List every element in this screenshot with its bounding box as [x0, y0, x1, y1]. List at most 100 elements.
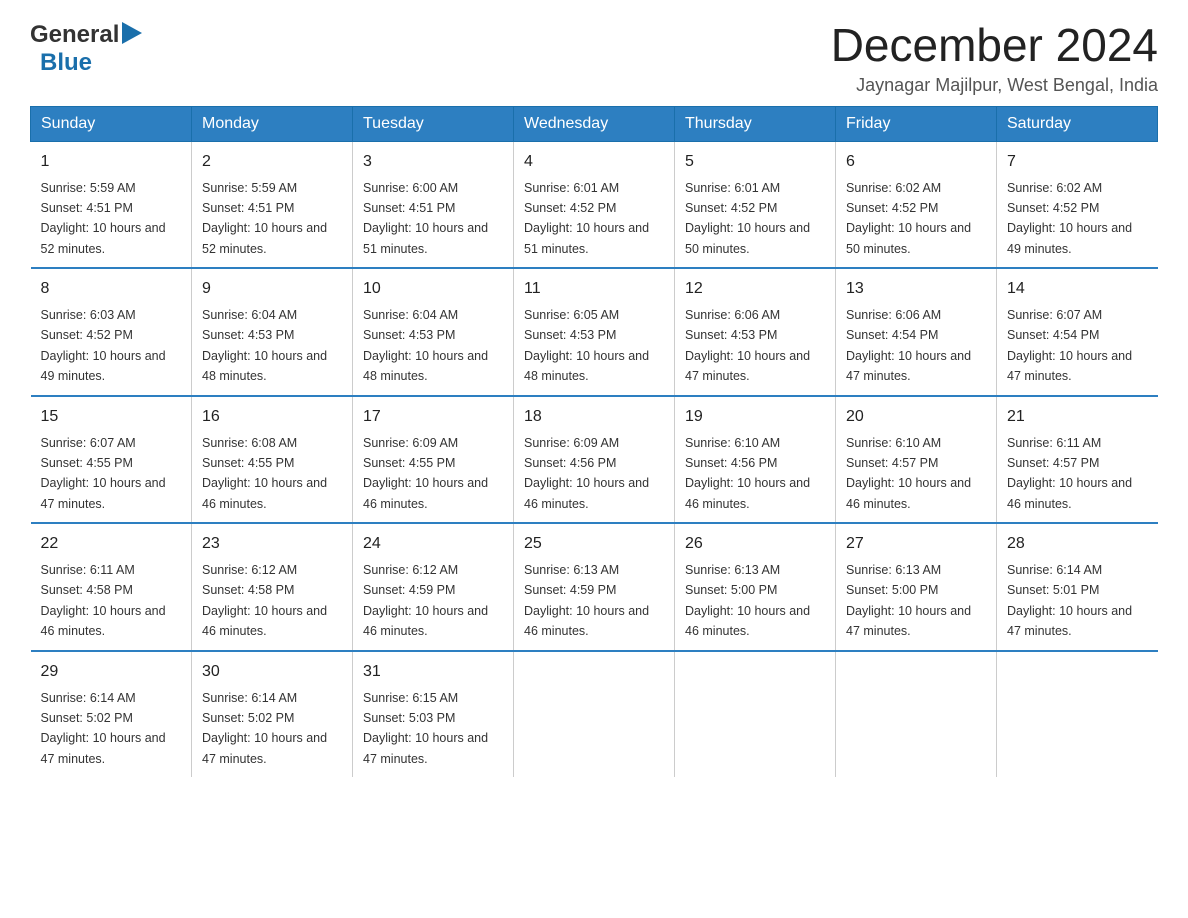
weekday-monday: Monday	[192, 106, 353, 141]
calendar-cell: 1 Sunrise: 5:59 AMSunset: 4:51 PMDayligh…	[31, 141, 192, 268]
day-info: Sunrise: 6:04 AMSunset: 4:53 PMDaylight:…	[202, 308, 327, 383]
calendar-cell: 31 Sunrise: 6:15 AMSunset: 5:03 PMDaylig…	[353, 651, 514, 778]
calendar-cell: 2 Sunrise: 5:59 AMSunset: 4:51 PMDayligh…	[192, 141, 353, 268]
day-number: 7	[1007, 150, 1148, 174]
weekday-tuesday: Tuesday	[353, 106, 514, 141]
calendar-week-5: 29 Sunrise: 6:14 AMSunset: 5:02 PMDaylig…	[31, 651, 1158, 778]
calendar-cell: 13 Sunrise: 6:06 AMSunset: 4:54 PMDaylig…	[836, 268, 997, 396]
day-info: Sunrise: 6:06 AMSunset: 4:53 PMDaylight:…	[685, 308, 810, 383]
day-info: Sunrise: 6:06 AMSunset: 4:54 PMDaylight:…	[846, 308, 971, 383]
day-number: 21	[1007, 405, 1148, 429]
weekday-thursday: Thursday	[675, 106, 836, 141]
calendar-header: SundayMondayTuesdayWednesdayThursdayFrid…	[31, 106, 1158, 141]
day-number: 14	[1007, 277, 1148, 301]
calendar-cell: 17 Sunrise: 6:09 AMSunset: 4:55 PMDaylig…	[353, 396, 514, 524]
day-info: Sunrise: 6:07 AMSunset: 4:55 PMDaylight:…	[41, 436, 166, 511]
day-number: 12	[685, 277, 825, 301]
day-number: 28	[1007, 532, 1148, 556]
day-number: 18	[524, 405, 664, 429]
calendar-cell: 18 Sunrise: 6:09 AMSunset: 4:56 PMDaylig…	[514, 396, 675, 524]
calendar-cell: 28 Sunrise: 6:14 AMSunset: 5:01 PMDaylig…	[997, 523, 1158, 651]
day-info: Sunrise: 6:14 AMSunset: 5:02 PMDaylight:…	[41, 691, 166, 766]
calendar-cell: 7 Sunrise: 6:02 AMSunset: 4:52 PMDayligh…	[997, 141, 1158, 268]
day-number: 25	[524, 532, 664, 556]
calendar-cell: 12 Sunrise: 6:06 AMSunset: 4:53 PMDaylig…	[675, 268, 836, 396]
logo-arrow-icon	[122, 22, 142, 49]
calendar-cell: 25 Sunrise: 6:13 AMSunset: 4:59 PMDaylig…	[514, 523, 675, 651]
calendar-table: SundayMondayTuesdayWednesdayThursdayFrid…	[30, 106, 1158, 778]
day-number: 30	[202, 660, 342, 684]
weekday-sunday: Sunday	[31, 106, 192, 141]
day-number: 24	[363, 532, 503, 556]
day-info: Sunrise: 6:14 AMSunset: 5:01 PMDaylight:…	[1007, 563, 1132, 638]
month-title: December 2024	[831, 20, 1158, 71]
calendar-week-2: 8 Sunrise: 6:03 AMSunset: 4:52 PMDayligh…	[31, 268, 1158, 396]
day-info: Sunrise: 6:01 AMSunset: 4:52 PMDaylight:…	[685, 181, 810, 256]
day-info: Sunrise: 5:59 AMSunset: 4:51 PMDaylight:…	[41, 181, 166, 256]
day-number: 17	[363, 405, 503, 429]
calendar-week-3: 15 Sunrise: 6:07 AMSunset: 4:55 PMDaylig…	[31, 396, 1158, 524]
calendar-cell: 15 Sunrise: 6:07 AMSunset: 4:55 PMDaylig…	[31, 396, 192, 524]
location-subtitle: Jaynagar Majilpur, West Bengal, India	[831, 75, 1158, 96]
day-number: 9	[202, 277, 342, 301]
day-info: Sunrise: 6:08 AMSunset: 4:55 PMDaylight:…	[202, 436, 327, 511]
page-header: General Blue December 2024 Jaynagar Maji…	[30, 20, 1158, 96]
day-number: 3	[363, 150, 503, 174]
calendar-week-1: 1 Sunrise: 5:59 AMSunset: 4:51 PMDayligh…	[31, 141, 1158, 268]
calendar-cell: 8 Sunrise: 6:03 AMSunset: 4:52 PMDayligh…	[31, 268, 192, 396]
day-number: 4	[524, 150, 664, 174]
day-info: Sunrise: 6:11 AMSunset: 4:58 PMDaylight:…	[41, 563, 166, 638]
day-info: Sunrise: 6:09 AMSunset: 4:56 PMDaylight:…	[524, 436, 649, 511]
calendar-body: 1 Sunrise: 5:59 AMSunset: 4:51 PMDayligh…	[31, 141, 1158, 777]
day-info: Sunrise: 6:02 AMSunset: 4:52 PMDaylight:…	[846, 181, 971, 256]
calendar-cell	[514, 651, 675, 778]
day-info: Sunrise: 6:01 AMSunset: 4:52 PMDaylight:…	[524, 181, 649, 256]
day-info: Sunrise: 6:02 AMSunset: 4:52 PMDaylight:…	[1007, 181, 1132, 256]
calendar-cell: 11 Sunrise: 6:05 AMSunset: 4:53 PMDaylig…	[514, 268, 675, 396]
calendar-cell: 23 Sunrise: 6:12 AMSunset: 4:58 PMDaylig…	[192, 523, 353, 651]
calendar-cell	[675, 651, 836, 778]
logo: General Blue	[30, 20, 142, 77]
day-number: 31	[363, 660, 503, 684]
day-info: Sunrise: 6:13 AMSunset: 5:00 PMDaylight:…	[846, 563, 971, 638]
day-info: Sunrise: 6:14 AMSunset: 5:02 PMDaylight:…	[202, 691, 327, 766]
day-info: Sunrise: 6:00 AMSunset: 4:51 PMDaylight:…	[363, 181, 488, 256]
calendar-cell: 4 Sunrise: 6:01 AMSunset: 4:52 PMDayligh…	[514, 141, 675, 268]
calendar-cell	[997, 651, 1158, 778]
day-info: Sunrise: 6:10 AMSunset: 4:56 PMDaylight:…	[685, 436, 810, 511]
calendar-week-4: 22 Sunrise: 6:11 AMSunset: 4:58 PMDaylig…	[31, 523, 1158, 651]
day-number: 27	[846, 532, 986, 556]
weekday-header-row: SundayMondayTuesdayWednesdayThursdayFrid…	[31, 106, 1158, 141]
day-info: Sunrise: 6:04 AMSunset: 4:53 PMDaylight:…	[363, 308, 488, 383]
day-info: Sunrise: 6:13 AMSunset: 5:00 PMDaylight:…	[685, 563, 810, 638]
calendar-cell: 26 Sunrise: 6:13 AMSunset: 5:00 PMDaylig…	[675, 523, 836, 651]
day-info: Sunrise: 6:11 AMSunset: 4:57 PMDaylight:…	[1007, 436, 1132, 511]
day-number: 8	[41, 277, 182, 301]
calendar-cell: 22 Sunrise: 6:11 AMSunset: 4:58 PMDaylig…	[31, 523, 192, 651]
day-info: Sunrise: 6:13 AMSunset: 4:59 PMDaylight:…	[524, 563, 649, 638]
calendar-cell: 27 Sunrise: 6:13 AMSunset: 5:00 PMDaylig…	[836, 523, 997, 651]
logo-general-text: General	[30, 21, 119, 49]
day-number: 16	[202, 405, 342, 429]
day-number: 1	[41, 150, 182, 174]
day-info: Sunrise: 6:07 AMSunset: 4:54 PMDaylight:…	[1007, 308, 1132, 383]
calendar-cell: 20 Sunrise: 6:10 AMSunset: 4:57 PMDaylig…	[836, 396, 997, 524]
calendar-cell: 19 Sunrise: 6:10 AMSunset: 4:56 PMDaylig…	[675, 396, 836, 524]
calendar-cell: 5 Sunrise: 6:01 AMSunset: 4:52 PMDayligh…	[675, 141, 836, 268]
logo-blue-text: Blue	[40, 49, 92, 77]
day-number: 2	[202, 150, 342, 174]
weekday-friday: Friday	[836, 106, 997, 141]
calendar-cell: 24 Sunrise: 6:12 AMSunset: 4:59 PMDaylig…	[353, 523, 514, 651]
day-number: 20	[846, 405, 986, 429]
calendar-cell: 30 Sunrise: 6:14 AMSunset: 5:02 PMDaylig…	[192, 651, 353, 778]
day-info: Sunrise: 6:03 AMSunset: 4:52 PMDaylight:…	[41, 308, 166, 383]
calendar-cell: 29 Sunrise: 6:14 AMSunset: 5:02 PMDaylig…	[31, 651, 192, 778]
day-number: 5	[685, 150, 825, 174]
day-info: Sunrise: 6:12 AMSunset: 4:58 PMDaylight:…	[202, 563, 327, 638]
day-info: Sunrise: 6:09 AMSunset: 4:55 PMDaylight:…	[363, 436, 488, 511]
day-number: 11	[524, 277, 664, 301]
calendar-cell: 3 Sunrise: 6:00 AMSunset: 4:51 PMDayligh…	[353, 141, 514, 268]
day-info: Sunrise: 6:05 AMSunset: 4:53 PMDaylight:…	[524, 308, 649, 383]
day-number: 23	[202, 532, 342, 556]
day-number: 15	[41, 405, 182, 429]
